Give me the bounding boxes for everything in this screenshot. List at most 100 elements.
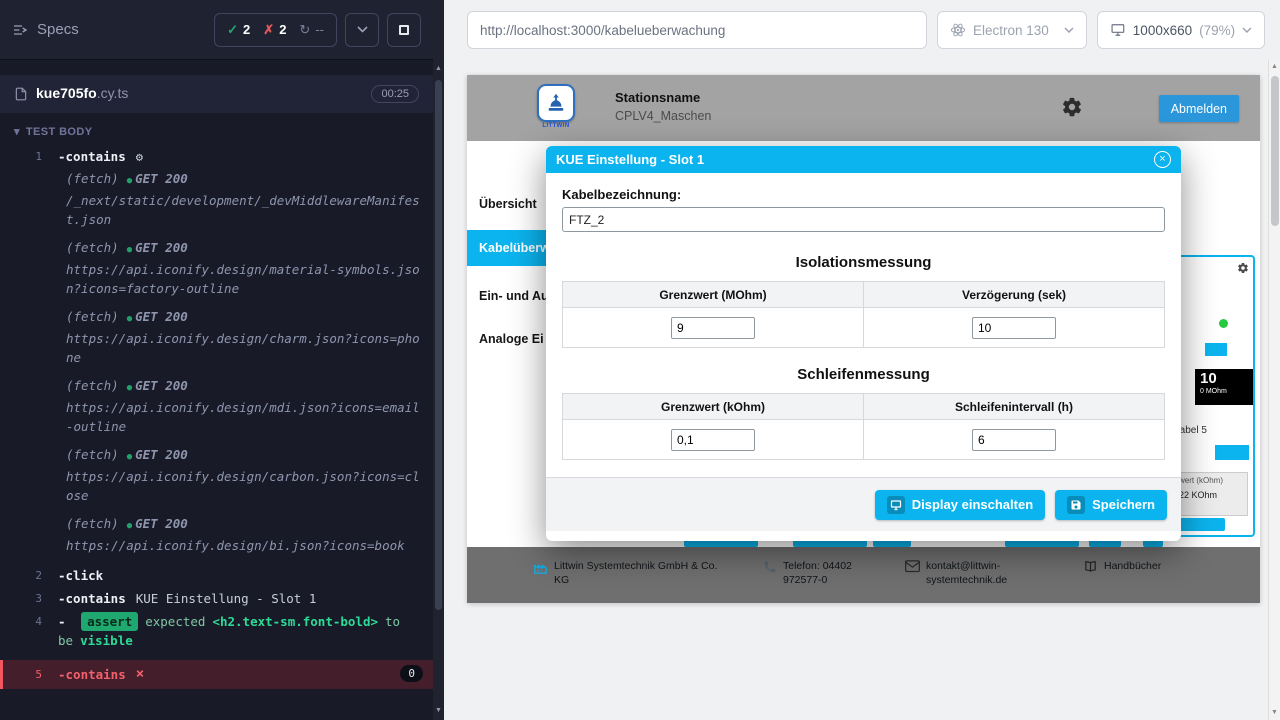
scroll-down-icon[interactable]: ▼ xyxy=(1269,708,1280,718)
loop-interval-input[interactable] xyxy=(972,429,1056,451)
command-number: 4 xyxy=(0,612,58,631)
test-stats: ✓2 ✗2 ↻-- xyxy=(214,13,337,47)
loop-col-limit: Grenzwert (kOhm) xyxy=(563,394,864,420)
save-button[interactable]: Speichern xyxy=(1055,490,1167,520)
footer-manuals-text: Handbücher xyxy=(1104,559,1161,574)
slot-chip[interactable] xyxy=(1215,445,1249,460)
modal-header: KUE Einstellung - Slot 1 × xyxy=(546,146,1181,173)
iso-limit-input[interactable] xyxy=(671,317,755,339)
url-input[interactable] xyxy=(467,11,927,49)
passed-count: 2 xyxy=(243,22,250,37)
command-row-contains-gear[interactable]: 1 -contains ⚙ xyxy=(0,145,433,169)
chevron-down-icon xyxy=(357,26,368,33)
fetch-log-row[interactable]: (fetch)●GET 200 https://api.iconify.desi… xyxy=(66,445,423,505)
slot-gear-icon[interactable] xyxy=(1237,261,1249,279)
app-footer: Littwin Systemtechnik GmbH & Co. KG Tele… xyxy=(467,547,1260,603)
command-row-click[interactable]: 2 -click xyxy=(0,564,433,587)
command-name: -contains xyxy=(58,149,126,164)
footer-phone-text: Telefon: 04402 972577-0 xyxy=(783,559,891,587)
gear-icon: ⚙ xyxy=(136,150,143,164)
modal-body: Kabelbezeichnung: Isolationsmessung Gren… xyxy=(546,173,1181,460)
collapse-all-button[interactable] xyxy=(345,13,379,47)
fetch-type: (fetch) xyxy=(66,516,119,531)
display-on-label: Display einschalten xyxy=(912,497,1033,512)
footer-email-text: kontakt@littwin-systemtechnik.de xyxy=(926,559,1031,587)
close-icon: × xyxy=(136,665,144,684)
kue-settings-modal: KUE Einstellung - Slot 1 × Kabelbezeichn… xyxy=(546,146,1181,541)
modal-title: KUE Einstellung - Slot 1 xyxy=(556,152,704,167)
slot-button-partial[interactable] xyxy=(1179,518,1225,531)
fetch-url: https://api.iconify.design/charm.json?ic… xyxy=(66,331,420,365)
fetch-log-row[interactable]: (fetch)●GET 200 https://api.iconify.desi… xyxy=(66,307,423,367)
station-label: Stationsname xyxy=(615,90,711,105)
scroll-down-icon[interactable]: ▼ xyxy=(433,706,444,716)
command-target: KUE Einstellung - Slot 1 xyxy=(136,591,317,606)
browser-select[interactable]: Electron 130 xyxy=(937,11,1087,49)
viewport-select[interactable]: 1000x660 (79%) xyxy=(1097,11,1265,49)
fetch-url: https://api.iconify.design/bi.json?icons… xyxy=(66,538,405,553)
logout-button[interactable]: Abmelden xyxy=(1159,95,1239,122)
lighthouse-logo-icon xyxy=(545,92,567,114)
monitor-icon xyxy=(1110,23,1126,37)
status-dot-icon: ● xyxy=(127,521,132,531)
slot-metric-box: wert (kOhm) 22 KOhm xyxy=(1174,472,1248,516)
isolation-table: Grenzwert (MOhm) Verzögerung (sek) xyxy=(562,281,1165,348)
footer-email[interactable]: kontakt@littwin-systemtechnik.de xyxy=(905,559,1031,587)
reporter-scrollbar[interactable]: ▲ ▼ xyxy=(433,0,444,720)
logo-text: LITTWIN xyxy=(535,123,577,129)
slot-chip xyxy=(1205,343,1227,356)
pending-count: -- xyxy=(315,22,324,37)
refresh-icon: ↻ xyxy=(299,22,310,38)
station-info: Stationsname CPLV4_Maschen xyxy=(615,90,711,123)
cable-designation-input[interactable] xyxy=(562,207,1165,232)
specs-menu[interactable]: Specs xyxy=(12,21,79,38)
modal-footer: Display einschalten Speichern xyxy=(546,477,1181,531)
stage: Electron 130 1000x660 (79%) LITTWIN xyxy=(444,0,1280,720)
scrollbar-thumb[interactable] xyxy=(435,80,442,610)
scroll-up-icon[interactable]: ▲ xyxy=(433,64,444,74)
assert-expected: visible xyxy=(80,633,133,648)
command-name: -contains xyxy=(58,665,126,684)
fetch-url: /_next/static/development/_devMiddleware… xyxy=(66,193,420,227)
iso-delay-input[interactable] xyxy=(972,317,1056,339)
scrollbar-thumb[interactable] xyxy=(1271,76,1279,226)
command-row-contains-failed[interactable]: 5 -contains × 0 xyxy=(0,660,433,689)
stop-run-button[interactable] xyxy=(387,13,421,47)
fetch-log-row[interactable]: (fetch)●GET 200 https://api.iconify.desi… xyxy=(66,514,423,555)
fetch-type: (fetch) xyxy=(66,309,119,324)
retry-count-badge: 0 xyxy=(400,665,423,682)
footer-manuals[interactable]: Handbücher xyxy=(1083,559,1161,574)
loop-table: Grenzwert (kOhm) Schleifenintervall (h) xyxy=(562,393,1165,460)
failed-count: 2 xyxy=(279,22,286,37)
command-row-assert[interactable]: 4 - assertexpected<h2.text-sm.font-bold>… xyxy=(0,610,433,652)
command-number: 1 xyxy=(0,147,58,166)
command-number: 2 xyxy=(0,566,58,585)
browser-label: Electron 130 xyxy=(973,23,1049,38)
spec-file-row[interactable]: kue705fo.cy.ts 00:25 xyxy=(0,75,433,113)
cypress-reporter: Specs ✓2 ✗2 ↻-- kue705fo.cy.ts 00:25 ▾ T… xyxy=(0,0,433,720)
footer-company: Littwin Systemtechnik GmbH & Co. KG xyxy=(533,559,723,587)
floppy-save-icon xyxy=(1067,496,1085,514)
loop-limit-input[interactable] xyxy=(671,429,755,451)
station-value: CPLV4_Maschen xyxy=(615,109,711,123)
slot-display-value: 10 xyxy=(1200,371,1248,387)
stat-failed: ✗2 xyxy=(263,22,286,38)
display-on-button[interactable]: Display einschalten xyxy=(875,490,1045,520)
fetch-log-row[interactable]: (fetch)●GET 200 /_next/static/developmen… xyxy=(66,169,423,229)
fetch-status: GET 200 xyxy=(135,171,188,186)
scroll-up-icon[interactable]: ▲ xyxy=(1269,62,1280,72)
test-body-section[interactable]: ▾ TEST BODY xyxy=(0,113,433,145)
modal-close-button[interactable]: × xyxy=(1154,151,1171,168)
fetch-status: GET 200 xyxy=(135,447,188,462)
command-row-contains-title[interactable]: 3 -containsKUE Einstellung - Slot 1 xyxy=(0,587,433,610)
stat-pending: ↻ -- xyxy=(299,22,324,38)
company-logo: LITTWIN xyxy=(535,84,577,129)
fetch-log-row[interactable]: (fetch)●GET 200 https://api.iconify.desi… xyxy=(66,238,423,298)
electron-icon xyxy=(950,22,966,38)
page-scrollbar[interactable]: ▲ ▼ xyxy=(1268,60,1280,720)
fetch-log-row[interactable]: (fetch)●GET 200 https://api.iconify.desi… xyxy=(66,376,423,436)
settings-gear-button[interactable] xyxy=(1061,96,1083,121)
gear-icon xyxy=(1061,96,1083,118)
iso-col-delay: Verzögerung (sek) xyxy=(864,282,1165,308)
iso-col-limit: Grenzwert (MOhm) xyxy=(563,282,864,308)
